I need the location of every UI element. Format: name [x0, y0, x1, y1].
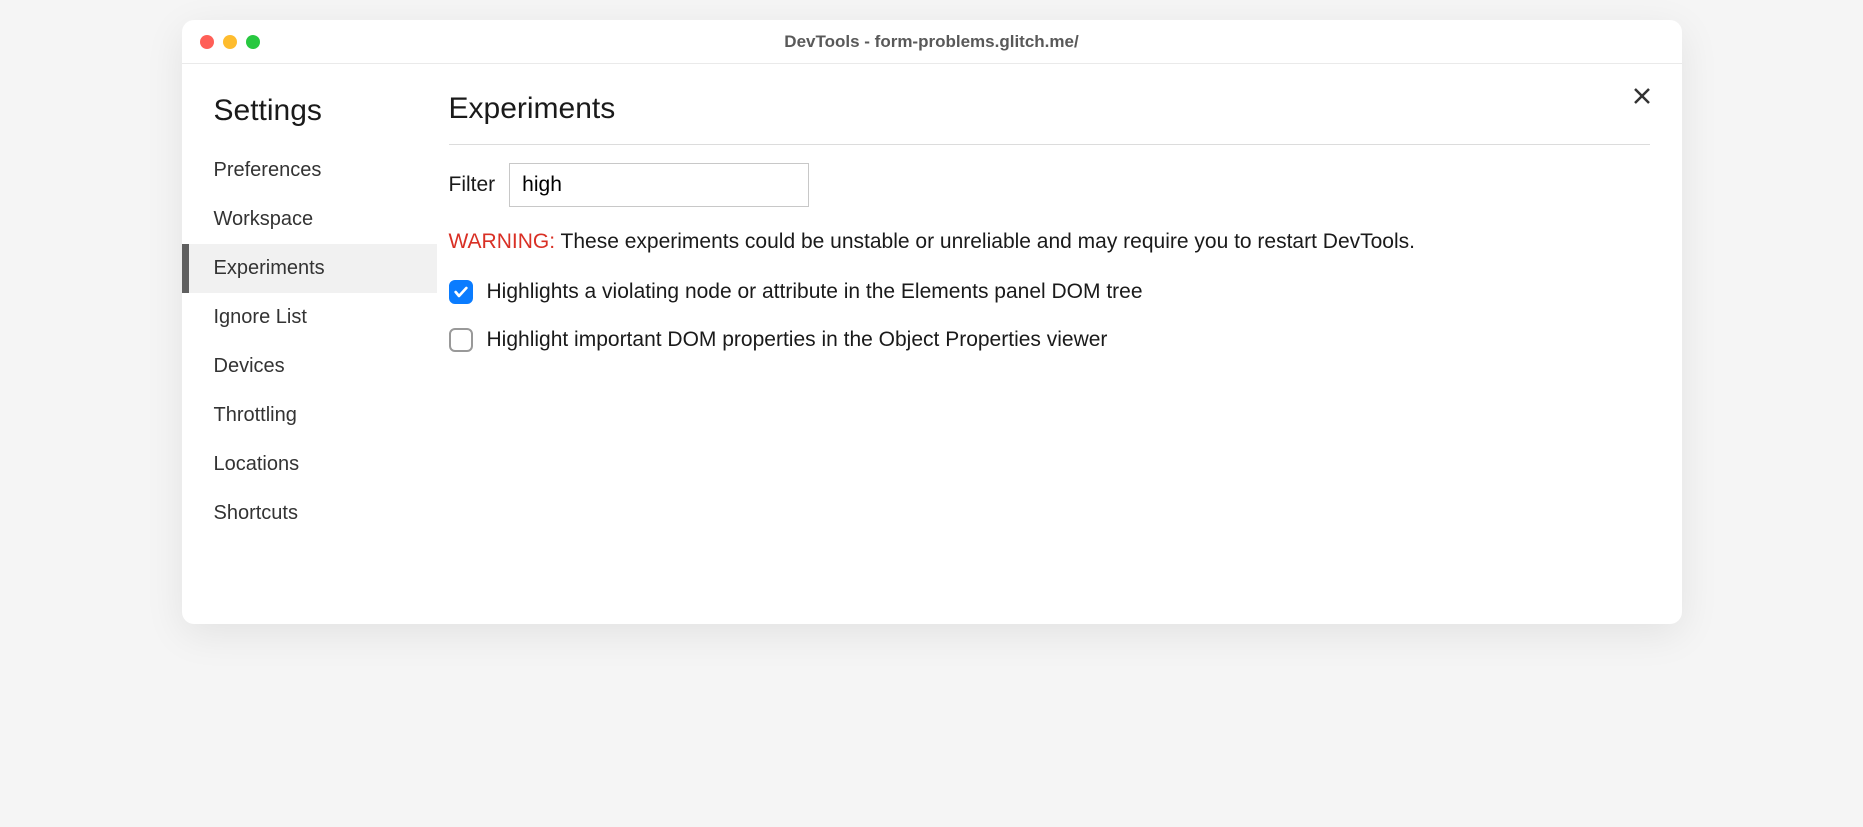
window-minimize-button[interactable]	[223, 35, 237, 49]
sidebar-item-preferences[interactable]: Preferences	[182, 146, 437, 195]
experiment-checkbox[interactable]	[449, 280, 473, 304]
sidebar-item-locations[interactable]: Locations	[182, 440, 437, 489]
titlebar: DevTools - form-problems.glitch.me/	[182, 20, 1682, 64]
warning-text: These experiments could be unstable or u…	[555, 230, 1415, 253]
sidebar-title: Settings	[182, 94, 437, 146]
close-icon[interactable]	[1630, 84, 1654, 108]
sidebar-item-label: Workspace	[214, 208, 314, 230]
settings-sidebar: Settings Preferences Workspace Experiments…	[182, 64, 437, 624]
devtools-window: DevTools - form-problems.glitch.me/ Sett…	[182, 20, 1682, 624]
sidebar-item-label: Experiments	[214, 257, 325, 279]
experiment-label: Highlights a violating node or attribute…	[487, 280, 1143, 304]
warning-label: WARNING:	[449, 230, 556, 253]
sidebar-item-label: Devices	[214, 355, 285, 377]
filter-label: Filter	[449, 173, 496, 197]
filter-input[interactable]	[509, 163, 809, 207]
experiment-row: Highlights a violating node or attribute…	[449, 280, 1650, 304]
traffic-lights	[200, 35, 260, 49]
experiment-label: Highlight important DOM properties in th…	[487, 328, 1108, 352]
sidebar-item-shortcuts[interactable]: Shortcuts	[182, 489, 437, 538]
sidebar-item-throttling[interactable]: Throttling	[182, 391, 437, 440]
window-title: DevTools - form-problems.glitch.me/	[200, 32, 1664, 52]
content-area: Settings Preferences Workspace Experiments…	[182, 64, 1682, 624]
experiment-checkbox[interactable]	[449, 328, 473, 352]
sidebar-item-label: Locations	[214, 453, 300, 475]
sidebar-item-ignore-list[interactable]: Ignore List	[182, 293, 437, 342]
window-maximize-button[interactable]	[246, 35, 260, 49]
window-close-button[interactable]	[200, 35, 214, 49]
warning-message: WARNING: These experiments could be unst…	[449, 227, 1650, 256]
sidebar-item-label: Throttling	[214, 404, 297, 426]
sidebar-item-label: Shortcuts	[214, 502, 298, 524]
page-title: Experiments	[449, 92, 1650, 145]
sidebar-item-devices[interactable]: Devices	[182, 342, 437, 391]
sidebar-item-label: Preferences	[214, 159, 322, 181]
sidebar-item-experiments[interactable]: Experiments	[182, 244, 437, 293]
main-panel: Experiments Filter WARNING: These experi…	[437, 64, 1682, 624]
sidebar-item-label: Ignore List	[214, 306, 307, 328]
sidebar-item-workspace[interactable]: Workspace	[182, 195, 437, 244]
experiment-row: Highlight important DOM properties in th…	[449, 328, 1650, 352]
filter-row: Filter	[449, 163, 1650, 207]
